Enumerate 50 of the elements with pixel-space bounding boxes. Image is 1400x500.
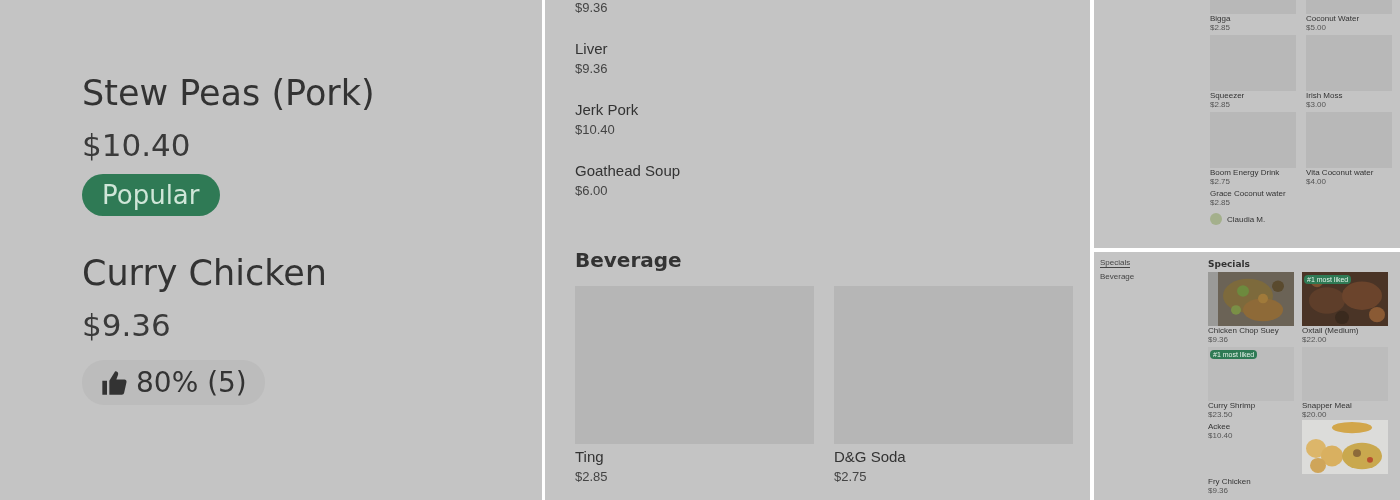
item-price: $2.85 bbox=[1210, 100, 1232, 109]
item-name: Ackee bbox=[1208, 422, 1232, 431]
dish-price: $9.36 bbox=[82, 306, 171, 345]
item-price: $9.36 bbox=[1208, 486, 1230, 495]
item-name: Goathead Soup bbox=[575, 161, 682, 181]
item-name: Grace Coconut water bbox=[1210, 189, 1287, 198]
avatar bbox=[1210, 213, 1222, 225]
item-price: $10.40 bbox=[1208, 431, 1234, 440]
section-heading: Beverage bbox=[575, 247, 683, 273]
item-name: D&G Soda bbox=[834, 447, 907, 467]
item-price: $9.36 bbox=[1208, 335, 1230, 344]
item-price: $20.00 bbox=[1302, 410, 1328, 419]
item-name: Bigga bbox=[1210, 14, 1232, 23]
item-name: Ting bbox=[575, 447, 605, 467]
category-tab[interactable]: Beverage bbox=[1100, 272, 1135, 282]
dish-name: Stew Peas (Pork) bbox=[82, 72, 375, 115]
rating-text: 80% (5) bbox=[136, 366, 247, 399]
item-name: Boom Energy Drink bbox=[1210, 168, 1281, 177]
reviewer-name: Claudia M. bbox=[1227, 214, 1266, 224]
item-price: $3.00 bbox=[1306, 100, 1328, 109]
item-name: Oxtail (Medium) bbox=[1302, 326, 1360, 335]
popular-badge: Popular bbox=[82, 174, 220, 216]
item-price: $10.40 bbox=[575, 121, 616, 139]
item-price: $2.85 bbox=[1210, 23, 1232, 32]
dish-price: $10.40 bbox=[82, 126, 191, 165]
item-price: $6.00 bbox=[575, 182, 609, 200]
thumbs-up-icon bbox=[100, 368, 128, 397]
dish-name: Curry Chicken bbox=[82, 252, 327, 295]
item-price: $2.85 bbox=[1210, 198, 1232, 207]
item-name: Vita Coconut water bbox=[1306, 168, 1375, 177]
item-price: $9.36 bbox=[575, 60, 609, 78]
item-name: Coconut Water bbox=[1306, 14, 1361, 23]
item-price: $4.00 bbox=[1306, 177, 1328, 186]
item-name: Curry Shrimp bbox=[1208, 401, 1257, 410]
item-name: Squeezer bbox=[1210, 91, 1246, 100]
item-price: $2.75 bbox=[834, 468, 868, 486]
item-price: $5.00 bbox=[1306, 23, 1328, 32]
item-price: $22.00 bbox=[1302, 335, 1328, 344]
item-name: Jerk Pork bbox=[575, 100, 640, 120]
item-name: Snapper Meal bbox=[1302, 401, 1353, 410]
item-name: Irish Moss bbox=[1306, 91, 1344, 100]
item-price: $2.75 bbox=[1210, 177, 1232, 186]
item-name: Liver bbox=[575, 39, 609, 59]
item-name: Chicken Chop Suey bbox=[1208, 326, 1280, 335]
item-price: $9.36 bbox=[575, 0, 609, 17]
item-name: Fry Chicken bbox=[1208, 477, 1252, 486]
category-tab[interactable]: Specials bbox=[1100, 258, 1131, 268]
section-heading: Specials bbox=[1208, 258, 1251, 270]
item-price: $23.50 bbox=[1208, 410, 1234, 419]
item-price: $2.85 bbox=[575, 468, 609, 486]
